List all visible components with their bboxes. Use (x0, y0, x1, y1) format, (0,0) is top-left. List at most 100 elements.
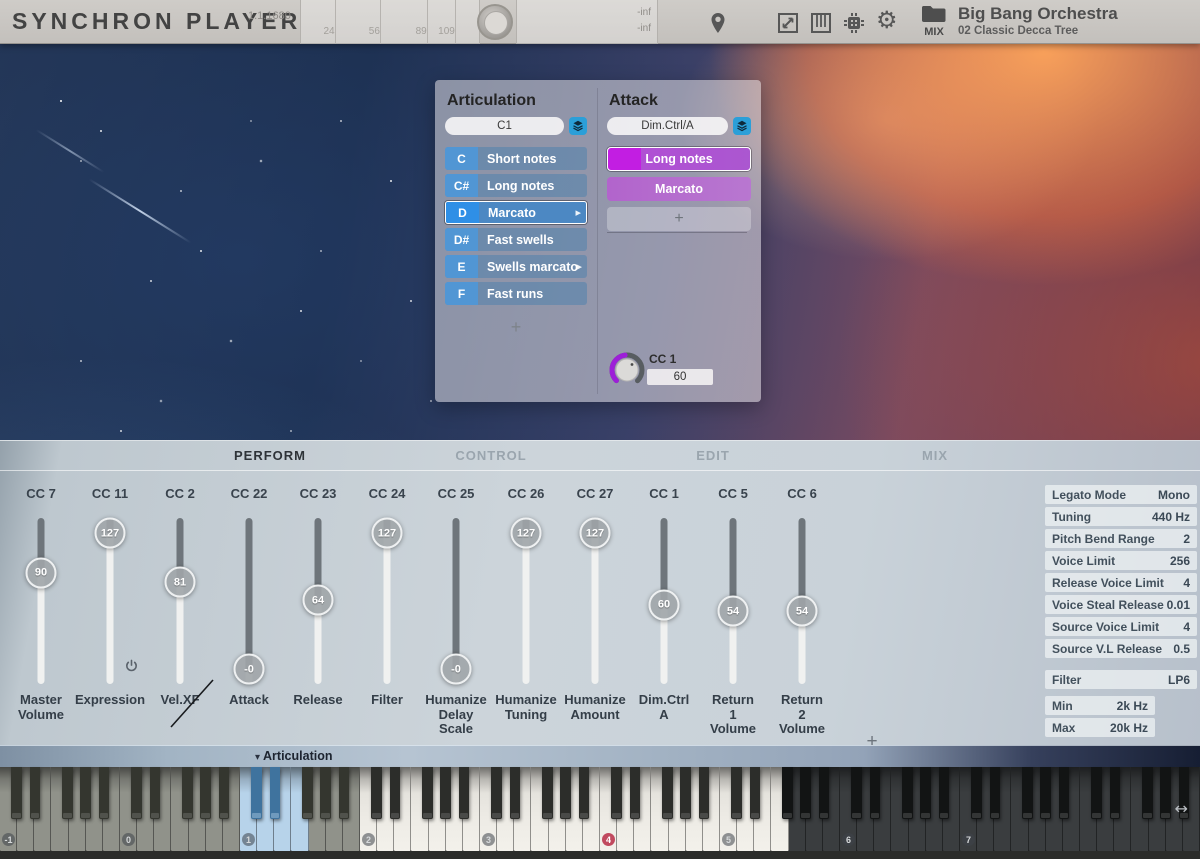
piano-key-black[interactable] (99, 767, 110, 819)
piano-key-black[interactable] (851, 767, 862, 819)
setting-row[interactable]: Legato ModeMono (1045, 485, 1197, 504)
tab-perform[interactable]: PERFORM (234, 448, 306, 463)
setting-row[interactable]: Source V.L Release0.5 (1045, 639, 1197, 658)
cc1-knob-value[interactable]: 60 (647, 369, 713, 385)
dynamics-knob[interactable] (477, 4, 513, 40)
piano-key-black[interactable] (731, 767, 742, 819)
piano-key-black[interactable] (902, 767, 913, 819)
keyboard-range-selector[interactable]: ▾Articulation (255, 749, 332, 763)
piano-key-black[interactable] (150, 767, 161, 819)
attack-item[interactable]: Marcato (607, 177, 751, 201)
piano-key-black[interactable] (579, 767, 590, 819)
slider-thumb[interactable]: 60 (649, 589, 680, 620)
articulation-selector[interactable]: C1 (445, 117, 564, 135)
keyboard-resize-handle[interactable]: ↔ (1175, 799, 1188, 818)
piano-key-black[interactable] (662, 767, 673, 819)
piano-key-black[interactable] (699, 767, 710, 819)
piano-key-black[interactable] (200, 767, 211, 819)
piano-key-black[interactable] (182, 767, 193, 819)
slider-thumb[interactable]: 127 (95, 518, 126, 549)
slider-thumb[interactable]: 81 (165, 567, 196, 598)
piano-key-black[interactable] (302, 767, 313, 819)
tab-edit[interactable]: EDIT (696, 448, 730, 463)
piano-key-black[interactable] (1040, 767, 1051, 819)
cc1-knob[interactable] (607, 350, 647, 390)
tab-control[interactable]: CONTROL (455, 448, 526, 463)
piano-key-black[interactable] (80, 767, 91, 819)
library-mix-button[interactable]: MIX (916, 5, 952, 38)
piano-key-black[interactable] (1059, 767, 1070, 819)
piano-key-black[interactable] (62, 767, 73, 819)
piano-key-black[interactable] (782, 767, 793, 819)
cpu-icon[interactable] (842, 11, 866, 35)
piano-key-black[interactable] (750, 767, 761, 819)
keyboard-icon[interactable] (809, 11, 833, 35)
scale-icon[interactable] (776, 11, 800, 35)
piano-key-black[interactable] (680, 767, 691, 819)
piano-key-black[interactable] (1160, 767, 1171, 819)
piano-key-black[interactable] (1091, 767, 1102, 819)
slider-thumb[interactable]: 64 (303, 585, 334, 616)
setting-row[interactable]: Voice Steal Release0.01 (1045, 595, 1197, 614)
piano-key-black[interactable] (422, 767, 433, 819)
piano-key-black[interactable] (510, 767, 521, 819)
location-pin-icon[interactable] (706, 11, 730, 35)
tab-mix[interactable]: MIX (922, 448, 948, 463)
articulation-item[interactable]: CShort notes (445, 147, 587, 170)
preset-title-block[interactable]: Big Bang Orchestra 02 Classic Decca Tree (958, 4, 1118, 37)
articulation-item[interactable]: D#Fast swells (445, 228, 587, 251)
piano-key-black[interactable] (131, 767, 142, 819)
piano-key-black[interactable] (1110, 767, 1121, 819)
piano-key-black[interactable] (30, 767, 41, 819)
gear-icon[interactable]: ⚙ (876, 9, 900, 33)
slider-thumb[interactable]: -0 (441, 654, 472, 685)
setting-row-filter[interactable]: FilterLP6 (1045, 670, 1197, 689)
articulation-item[interactable]: ESwells marcato▸ (445, 255, 587, 278)
piano-key-black[interactable] (611, 767, 622, 819)
add-articulation-button[interactable]: + (445, 317, 587, 338)
articulation-item[interactable]: FFast runs (445, 282, 587, 305)
piano-key-black[interactable] (870, 767, 881, 819)
piano-key-black[interactable] (459, 767, 470, 819)
piano-key-black[interactable] (1142, 767, 1153, 819)
piano-key-black[interactable] (371, 767, 382, 819)
attack-item[interactable]: Long notes (607, 147, 751, 171)
slider-thumb[interactable]: 54 (787, 596, 818, 627)
piano-key-black[interactable] (800, 767, 811, 819)
setting-row[interactable]: Release Voice Limit4 (1045, 573, 1197, 592)
piano-key-black[interactable] (542, 767, 553, 819)
piano-key-black[interactable] (920, 767, 931, 819)
piano-key-black[interactable] (11, 767, 22, 819)
piano-key-black[interactable] (339, 767, 350, 819)
piano-key-black[interactable] (491, 767, 502, 819)
piano-key-black[interactable] (819, 767, 830, 819)
layers-icon[interactable] (733, 117, 751, 135)
piano-key-black[interactable] (560, 767, 571, 819)
piano-key-black[interactable] (990, 767, 1001, 819)
piano-key-black[interactable] (440, 767, 451, 819)
setting-row-max[interactable]: Max20k Hz (1045, 718, 1155, 737)
setting-row[interactable]: Tuning440 Hz (1045, 507, 1197, 526)
piano-key-black[interactable] (219, 767, 230, 819)
piano-key-black[interactable] (320, 767, 331, 819)
layers-icon[interactable] (569, 117, 587, 135)
slider-thumb[interactable]: 90 (26, 557, 57, 588)
slider-thumb[interactable]: 127 (511, 518, 542, 549)
slider-thumb[interactable]: 127 (372, 518, 403, 549)
setting-row[interactable]: Pitch Bend Range2 (1045, 529, 1197, 548)
piano-key-black[interactable] (971, 767, 982, 819)
slider-track[interactable] (38, 518, 45, 684)
slider-thumb[interactable]: 54 (718, 596, 749, 627)
slider-thumb[interactable]: 127 (580, 518, 611, 549)
piano-key-black[interactable] (390, 767, 401, 819)
attack-selector[interactable]: Dim.Ctrl/A (607, 117, 728, 135)
slider-track[interactable] (177, 518, 184, 684)
add-attack-button[interactable]: + (607, 207, 751, 231)
setting-row[interactable]: Source Voice Limit4 (1045, 617, 1197, 636)
setting-row-min[interactable]: Min2k Hz (1045, 696, 1155, 715)
piano-key-black[interactable] (630, 767, 641, 819)
piano-key-black[interactable] (270, 767, 281, 819)
setting-row[interactable]: Voice Limit256 (1045, 551, 1197, 570)
piano-key-black[interactable] (939, 767, 950, 819)
articulation-item[interactable]: C#Long notes (445, 174, 587, 197)
